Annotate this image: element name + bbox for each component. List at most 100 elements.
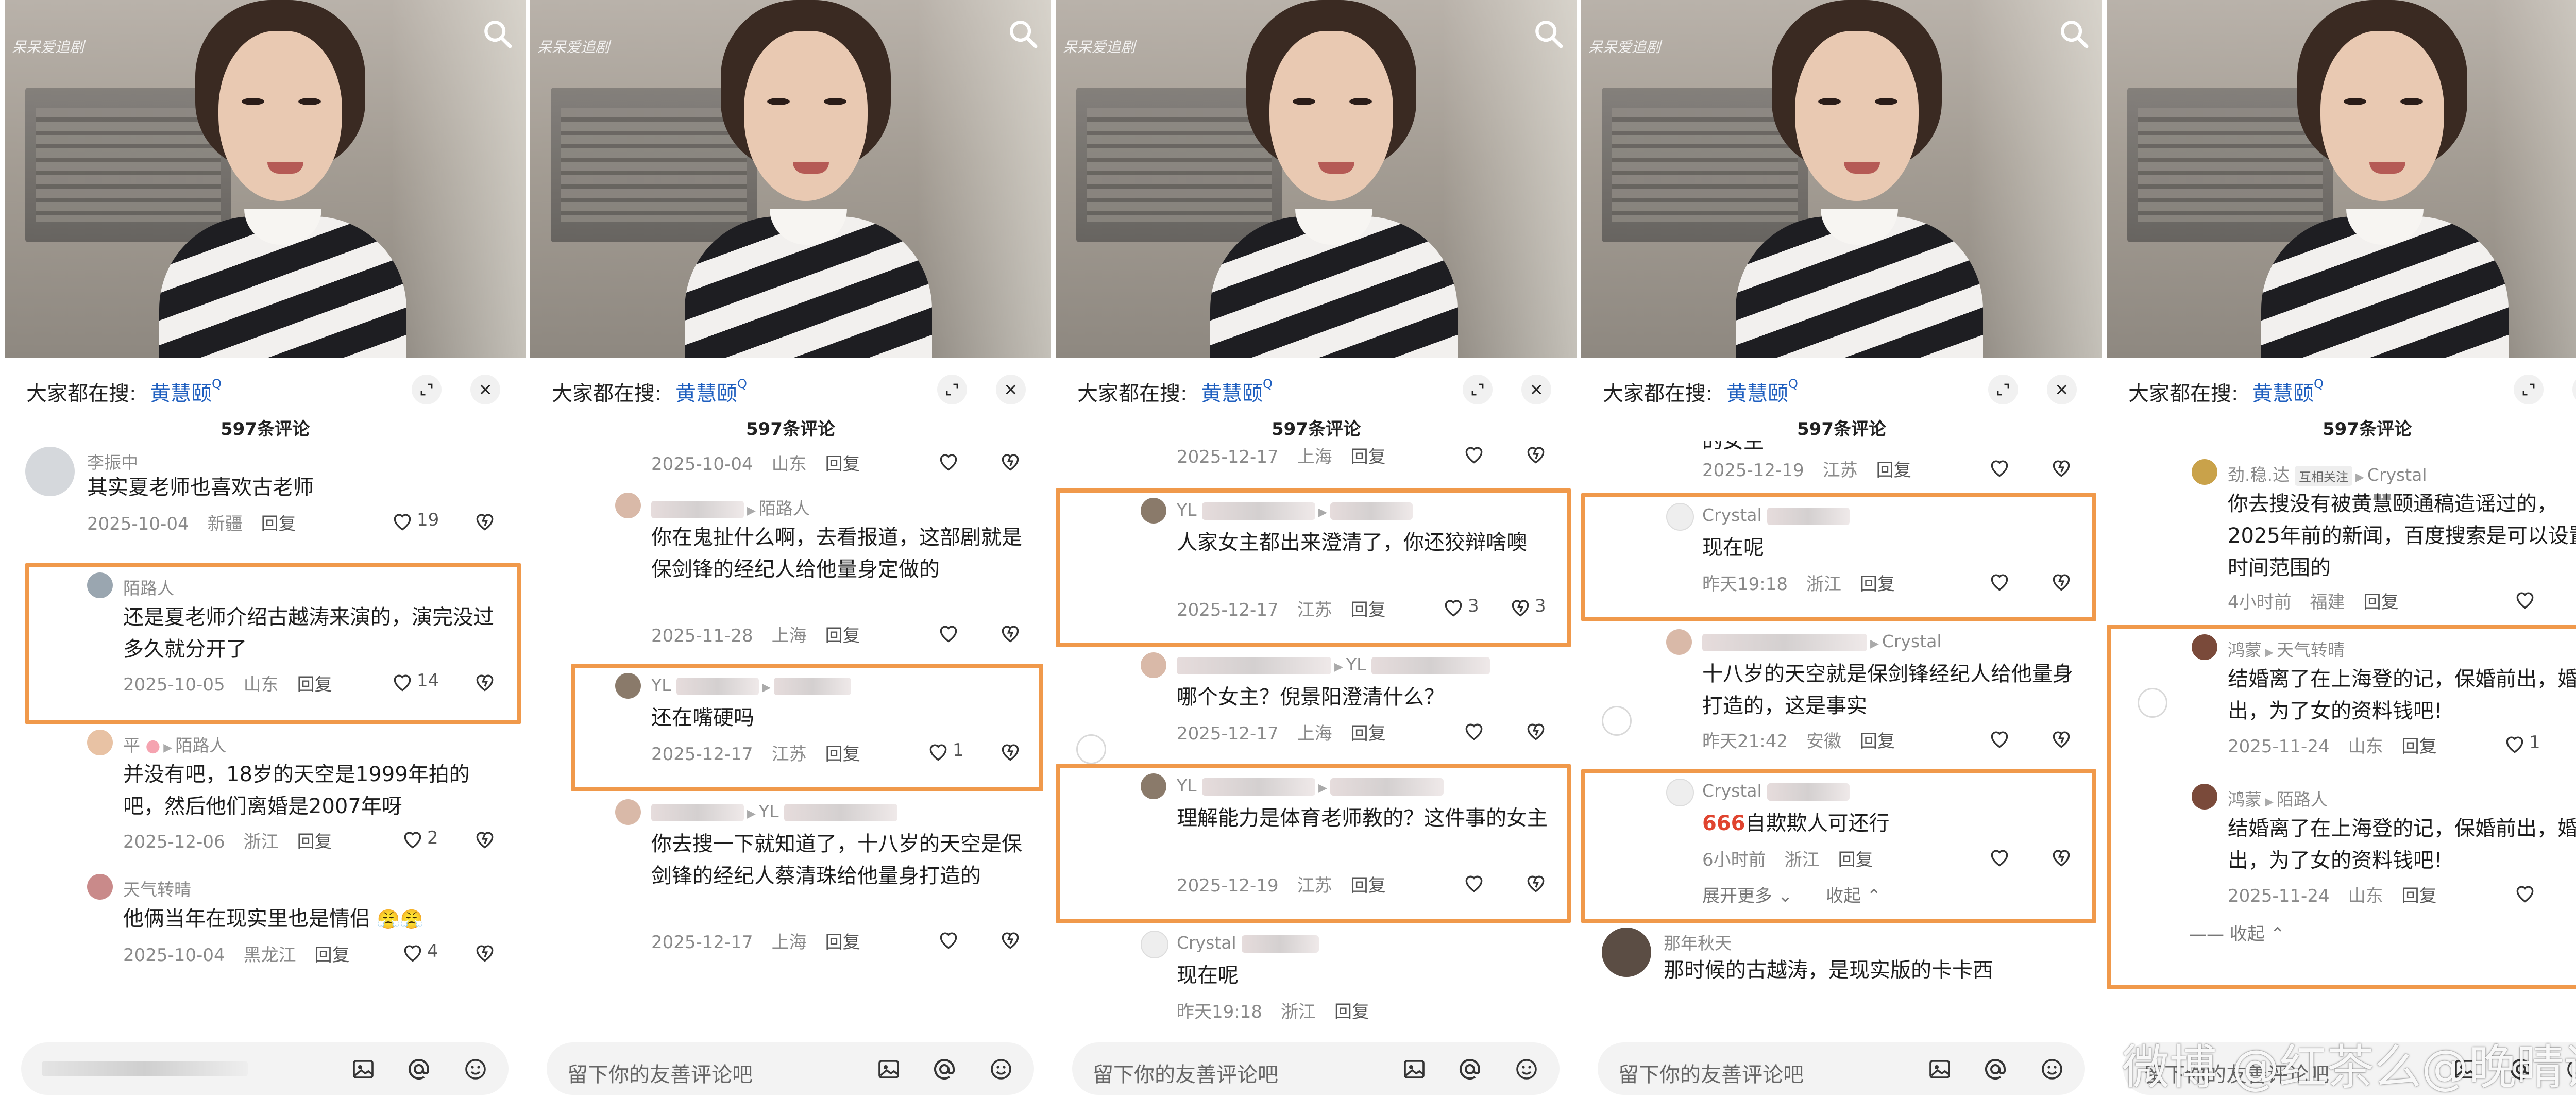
- video-frame[interactable]: 呆呆爱追剧: [5, 0, 526, 358]
- comment-input[interactable]: 留下你的友善评论吧: [1598, 1042, 2085, 1095]
- close-button[interactable]: [1521, 375, 1551, 404]
- at-icon[interactable]: [1983, 1057, 2008, 1082]
- emoji-icon[interactable]: [463, 1057, 488, 1082]
- heart-icon[interactable]: [1988, 727, 2011, 750]
- dislike-icon[interactable]: [1524, 719, 1547, 742]
- at-icon[interactable]: [932, 1057, 957, 1082]
- dislike-icon[interactable]: [473, 828, 496, 850]
- video-frame[interactable]: [2107, 0, 2576, 358]
- image-icon[interactable]: [1927, 1057, 1952, 1082]
- avatar[interactable]: [25, 447, 75, 496]
- heart-icon[interactable]: [937, 621, 960, 644]
- comment-author[interactable]: 劲.稳.达 互相关注 ▶ Crystal: [2228, 461, 2427, 486]
- image-icon[interactable]: [1402, 1057, 1427, 1082]
- reply-link[interactable]: 回复: [2364, 592, 2399, 613]
- avatar[interactable]: [615, 799, 641, 825]
- expand-button[interactable]: [937, 375, 967, 404]
- reply-link[interactable]: 回复: [1351, 447, 1386, 467]
- comment-author[interactable]: 那年秋天: [1664, 930, 1732, 954]
- expand-button[interactable]: [2514, 375, 2544, 404]
- expand-button[interactable]: [1988, 375, 2018, 404]
- reply-link[interactable]: 回复: [1876, 460, 1911, 481]
- comment-input[interactable]: 留下你的友善评论吧: [1072, 1042, 1560, 1095]
- heart-icon[interactable]: [401, 941, 424, 964]
- dislike-icon[interactable]: [999, 928, 1022, 951]
- close-button[interactable]: [996, 375, 1026, 404]
- heart-icon[interactable]: [401, 828, 424, 850]
- close-button[interactable]: [470, 375, 500, 404]
- heart-icon[interactable]: [937, 928, 960, 951]
- comment-author[interactable]: Crystal: [1177, 933, 1319, 953]
- heart-icon[interactable]: [391, 510, 414, 532]
- select-radio[interactable]: [1602, 706, 1632, 736]
- avatar[interactable]: [615, 493, 641, 518]
- heart-icon[interactable]: [937, 450, 960, 473]
- expand-button[interactable]: [1463, 375, 1493, 404]
- dislike-icon[interactable]: [999, 621, 1022, 644]
- dislike-icon[interactable]: [999, 450, 1022, 473]
- heart-icon[interactable]: [1988, 456, 2011, 479]
- close-icon: [478, 382, 493, 397]
- reply-link[interactable]: 回复: [825, 626, 860, 646]
- search-suggest-bar: 大家都在搜: 黄慧颐Q: [1581, 365, 2102, 407]
- comment-author[interactable]: ▶ Crystal: [1702, 631, 1942, 651]
- close-button[interactable]: [2572, 375, 2576, 404]
- search-icon[interactable]: [481, 18, 514, 50]
- search-icon[interactable]: [1007, 18, 1040, 50]
- close-button[interactable]: [2047, 375, 2077, 404]
- reply-link[interactable]: 回复: [261, 514, 296, 534]
- image-icon[interactable]: [876, 1057, 901, 1082]
- everyone-searching-label: 大家都在搜:: [2128, 382, 2239, 406]
- dislike-icon[interactable]: [2050, 727, 2073, 750]
- dislike-icon[interactable]: [2050, 456, 2073, 479]
- avatar[interactable]: [1141, 931, 1168, 958]
- reply-link[interactable]: 回复: [297, 832, 332, 852]
- reply-link[interactable]: 回复: [825, 454, 860, 475]
- comment-author[interactable]: ▶ 陌路人: [651, 495, 810, 519]
- at-icon[interactable]: [1458, 1057, 1482, 1082]
- hot-search-link[interactable]: 黄慧颐Q: [1201, 377, 1273, 407]
- emoji-icon[interactable]: [1514, 1057, 1539, 1082]
- comment-author[interactable]: ▶ YL: [1177, 654, 1490, 674]
- hot-search-link[interactable]: 黄慧颐Q: [150, 377, 222, 407]
- avatar[interactable]: [1602, 927, 1651, 977]
- search-icon[interactable]: [1532, 18, 1565, 50]
- avatar[interactable]: [1666, 629, 1692, 655]
- dislike-icon[interactable]: [473, 941, 496, 964]
- reply-link[interactable]: 回复: [1334, 1002, 1369, 1022]
- heart-icon[interactable]: [1463, 719, 1485, 742]
- image-icon[interactable]: [351, 1057, 376, 1082]
- video-frame[interactable]: 呆呆爱追剧: [1056, 0, 1577, 358]
- search-icon[interactable]: [2058, 18, 2091, 50]
- hot-search-link[interactable]: 黄慧颐Q: [1726, 377, 1798, 407]
- at-icon[interactable]: [406, 1057, 431, 1082]
- avatar[interactable]: [87, 874, 113, 900]
- select-radio[interactable]: [1076, 734, 1106, 764]
- comment-author[interactable]: 天气转晴: [123, 876, 191, 901]
- reply-link[interactable]: 回复: [315, 945, 350, 966]
- comment-author[interactable]: 李振中: [87, 449, 138, 474]
- highlight-box: [2107, 625, 2576, 989]
- hot-search-link[interactable]: 黄慧颐Q: [2252, 377, 2324, 407]
- avatar[interactable]: [1141, 652, 1166, 678]
- comment-author[interactable]: ▶ YL: [651, 801, 897, 821]
- avatar[interactable]: [87, 730, 113, 755]
- comment-input[interactable]: 留下你的友善评论吧: [547, 1042, 1034, 1095]
- expand-button[interactable]: [412, 375, 442, 404]
- comment-author[interactable]: 平 ● ▶ 陌路人: [123, 732, 226, 756]
- heart-icon[interactable]: [1463, 443, 1485, 465]
- emoji-icon[interactable]: [989, 1057, 1013, 1082]
- hot-search-link[interactable]: 黄慧颐Q: [675, 377, 747, 407]
- dislike-icon[interactable]: [473, 510, 496, 532]
- reply-link[interactable]: 回复: [825, 932, 860, 953]
- reply-link[interactable]: 回复: [1351, 723, 1386, 744]
- reply-link[interactable]: 回复: [1860, 731, 1895, 752]
- video-frame[interactable]: 呆呆爱追剧: [530, 0, 1051, 358]
- heart-icon[interactable]: [2514, 588, 2536, 611]
- video-frame[interactable]: 呆呆爱追剧: [1581, 0, 2102, 358]
- comment-input[interactable]: [21, 1042, 509, 1095]
- dislike-icon[interactable]: [1524, 443, 1547, 465]
- avatar[interactable]: [2192, 459, 2217, 485]
- emoji-icon[interactable]: [2040, 1057, 2064, 1082]
- window-light: [917, 0, 1051, 358]
